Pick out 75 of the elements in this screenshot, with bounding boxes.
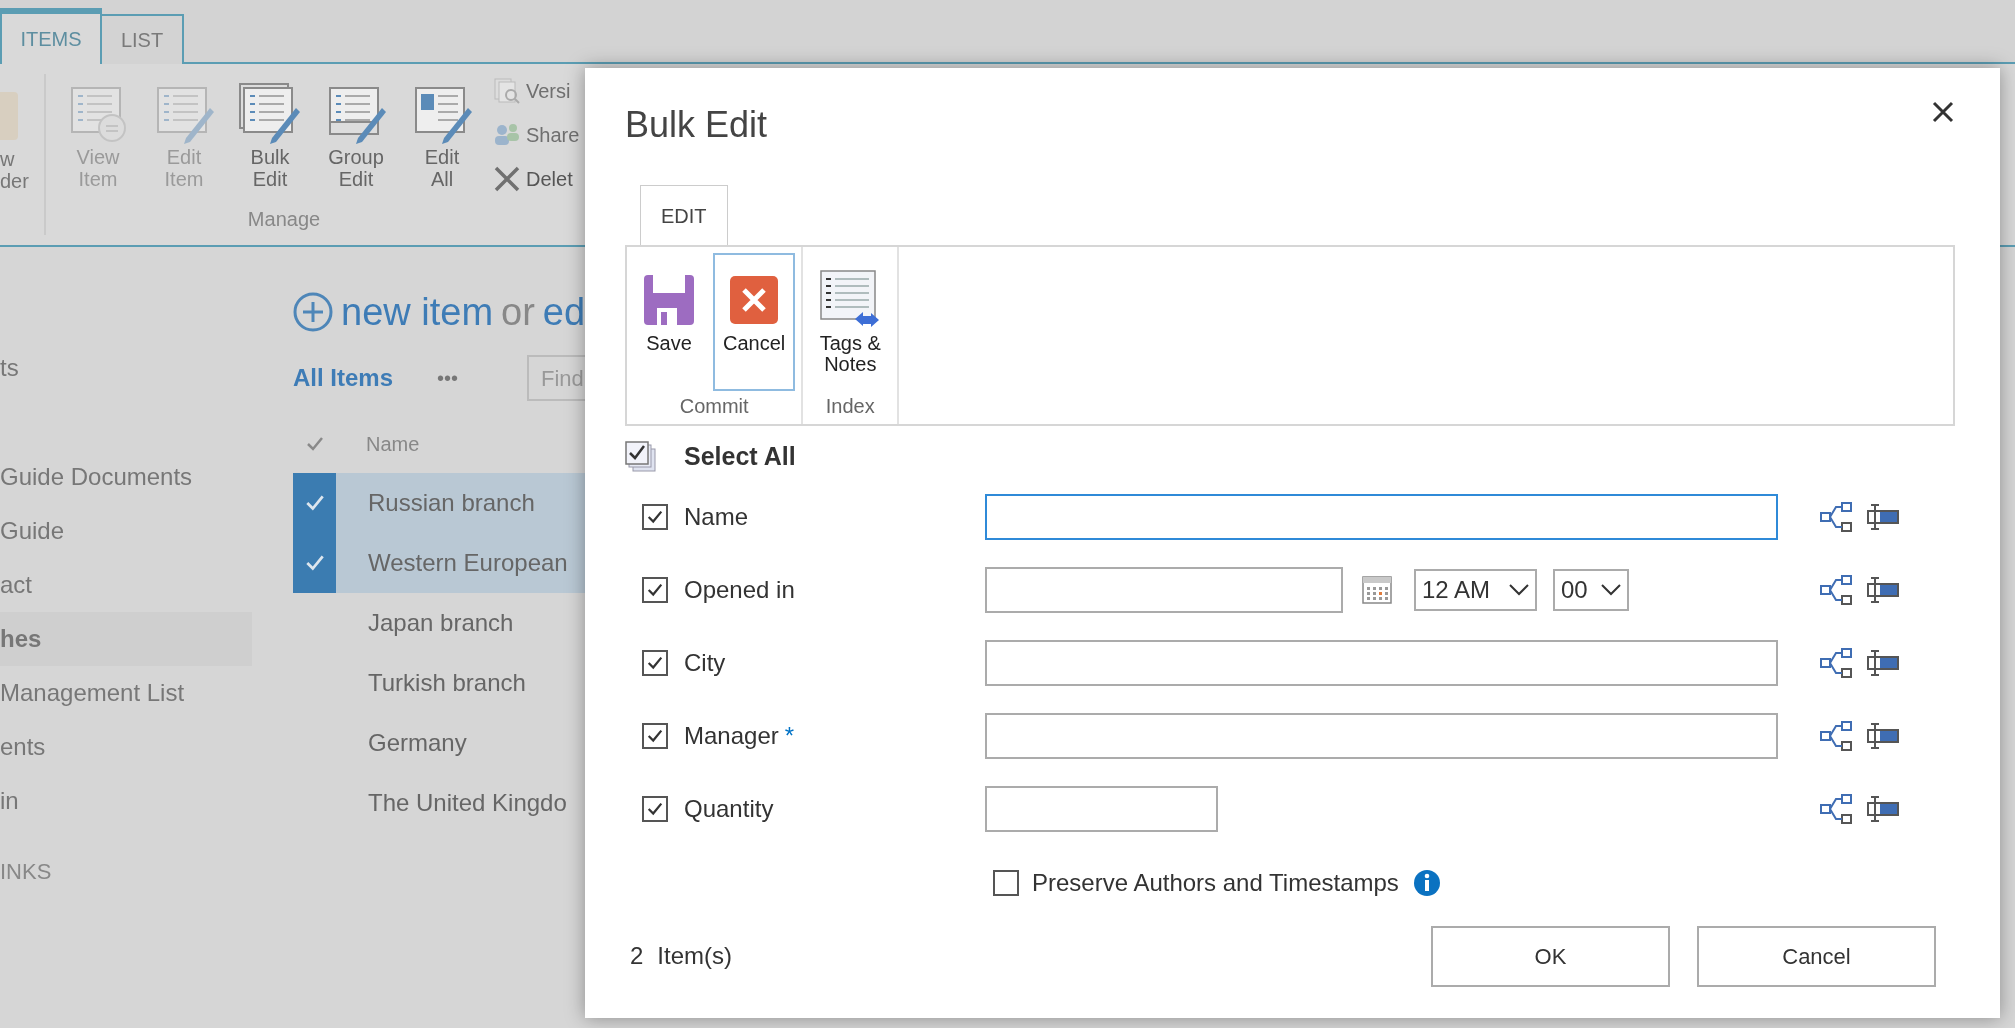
dialog-title: Bulk Edit <box>625 103 768 147</box>
view-tab[interactable]: All Items <box>293 360 437 396</box>
more-options-button[interactable]: ••• <box>437 363 527 393</box>
checkbox-label[interactable]: Preserve Authors and Timestamps <box>1032 865 1399 901</box>
ribbon-tab[interactable]: ITEMS <box>0 8 102 64</box>
checkbox[interactable] <box>993 870 1019 896</box>
date-field[interactable] <box>985 566 1343 613</box>
checkbox[interactable] <box>642 722 668 749</box>
nav-item[interactable]: hes <box>0 612 252 666</box>
text-cursor-field-icon[interactable] <box>1866 647 1900 678</box>
plus-circle-icon[interactable] <box>293 292 333 332</box>
nav-item[interactable]: ts <box>0 341 252 395</box>
field-label: Opened in <box>684 574 795 605</box>
group-label: Index <box>825 394 875 419</box>
x-icon <box>729 275 780 325</box>
group-label: Manage <box>247 207 321 232</box>
documents-magnifier-icon <box>492 76 522 106</box>
ribbon-button[interactable]: Tags & Notes <box>809 253 892 391</box>
text-field[interactable] <box>985 712 1778 759</box>
nav-item[interactable]: in <box>0 774 252 828</box>
text-field[interactable] <box>985 493 1778 540</box>
item-count-unit: Item(s) <box>657 941 733 971</box>
ribbon-button[interactable]: Bulk Edit <box>230 82 310 190</box>
item-count: 2 <box>630 941 644 971</box>
text-cursor-field-icon[interactable] <box>1866 793 1900 824</box>
dialog-button[interactable]: Cancel <box>1697 925 1936 987</box>
checkbox[interactable] <box>642 576 668 603</box>
field-label: Name <box>684 501 749 532</box>
text-cursor-field-icon[interactable] <box>1866 574 1900 605</box>
ribbon-button[interactable]: Save <box>633 253 705 391</box>
ribbon-button[interactable]: w der <box>0 148 29 192</box>
column-header[interactable]: Name <box>366 429 420 459</box>
ribbon-button[interactable]: Group Edit <box>316 82 396 190</box>
edit-link[interactable]: ed <box>542 283 586 341</box>
nav-item[interactable]: Guide <box>0 504 252 558</box>
chevron-down-icon <box>1601 583 1621 596</box>
joiner-text: or <box>501 289 535 335</box>
new-item-link[interactable]: new item <box>341 283 494 341</box>
stacked-documents-pencil-icon <box>238 82 302 146</box>
ribbon-button[interactable]: Delet <box>492 164 580 194</box>
ribbon-button[interactable]: Edit All <box>402 82 482 190</box>
text-cursor-field-icon[interactable] <box>1866 501 1900 532</box>
dialog-button[interactable]: OK <box>1431 925 1670 987</box>
nav-item[interactable]: act <box>0 558 252 612</box>
nav-item[interactable]: Guide Documents <box>0 450 252 504</box>
nav-heading: INKS <box>0 858 53 886</box>
x-icon <box>492 164 522 194</box>
hierarchy-icon[interactable] <box>1820 500 1852 533</box>
info-icon[interactable] <box>1412 869 1441 897</box>
select-all-icon[interactable] <box>625 441 657 473</box>
hierarchy-icon[interactable] <box>1820 719 1852 752</box>
checkbox[interactable] <box>642 795 668 822</box>
hierarchy-icon[interactable] <box>1820 792 1852 825</box>
group-label: Commit <box>679 394 749 419</box>
hour-select[interactable]: 12 AM <box>1414 568 1537 611</box>
field-label: Quantity <box>684 793 774 824</box>
ribbon-tab[interactable]: EDIT <box>640 185 728 246</box>
chevron-down-icon <box>1509 583 1529 596</box>
checkbox[interactable] <box>642 503 668 530</box>
checkbox[interactable] <box>642 649 668 676</box>
close-icon[interactable] <box>1931 100 1955 124</box>
hierarchy-icon[interactable] <box>1820 646 1852 679</box>
nav-item[interactable]: ents <box>0 720 252 774</box>
text-field[interactable] <box>985 639 1778 686</box>
number-field[interactable] <box>985 785 1218 832</box>
field-label: City <box>684 647 726 678</box>
select-all-label[interactable]: Select All <box>684 438 796 476</box>
hierarchy-icon[interactable] <box>1820 573 1852 606</box>
text-cursor-field-icon[interactable] <box>1866 720 1900 751</box>
nav-item[interactable]: Management List <box>0 666 252 720</box>
ribbon-button[interactable]: Cancel <box>713 253 796 391</box>
field-label: Manager * <box>684 720 795 751</box>
minute-select[interactable]: 00 <box>1553 568 1629 611</box>
calendar-icon[interactable] <box>1362 575 1392 604</box>
ribbon-tab[interactable]: LIST <box>102 14 184 64</box>
